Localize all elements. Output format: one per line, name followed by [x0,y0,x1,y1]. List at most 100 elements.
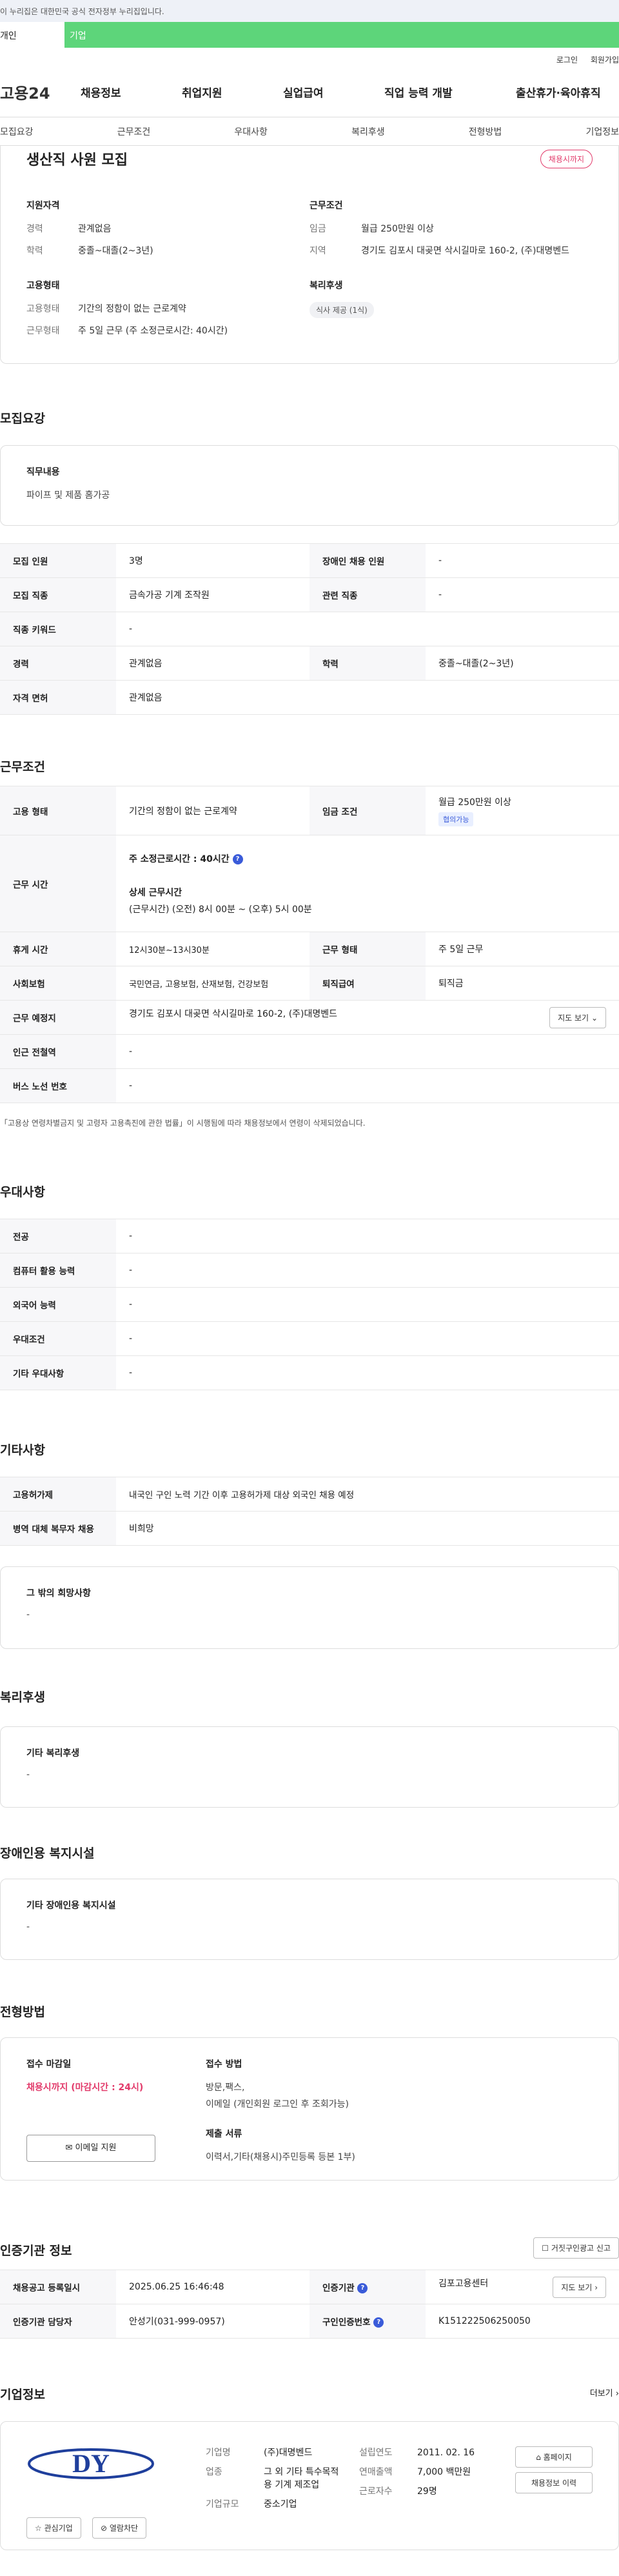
company-more-label: 더보기 [589,2389,613,2399]
company-name: (주)대명벤드 [264,2448,313,2458]
table-value: - [116,1355,619,1390]
gnb-item-training[interactable]: 직업 능력 개발 [384,84,516,100]
qual-row: 경력 관계없음 [26,222,310,235]
login-link[interactable]: 로그인 [556,55,578,65]
map-button[interactable]: 지도 보기 ⌄ [549,1006,606,1028]
company-employees: 29명 [417,2486,437,2497]
company-row: 설립연도 2011. 02. 16 [359,2446,475,2459]
company-label: 설립연도 [359,2448,393,2458]
welfare-title: 복리후생 [310,281,343,291]
table-label-with-icon: 인증기관 ? [310,2270,426,2304]
company-label: 업종 [206,2467,222,2477]
table-label: 고용허가제 [0,1477,116,1512]
age-notice: 「고용상 연령차별금지 및 고령자 고용촉진에 관한 법률」이 시행됨에 따라 … [0,1119,366,1128]
disabled-box-title: 기타 장애인용 복지시설 [26,1901,116,1911]
info-icon[interactable]: ? [357,2283,368,2293]
table-row: 직종 키워드 - [0,612,619,646]
company-industry: 그 외 기타 특수목적용 기계 제조업 [264,2467,339,2490]
table-row: 휴게 시간 12시30분~13시30분 근무 형태 주 5일 근무 [0,932,619,966]
qual-label: 학력 [26,246,43,256]
welfare-chip: 식사 제공 (1식) [310,302,374,318]
report-button-label: 거짓구인광고 신고 [551,2244,611,2253]
table-label-with-icon: 구인인증번호 ? [310,2304,426,2339]
tab-preferences[interactable]: 우대사항 [234,125,268,138]
deadline-title: 접수 마감일 [26,2059,72,2070]
tab-recruit[interactable]: 모집요강 [0,125,34,138]
email-apply-button[interactable]: ✉ 이메일 지원 [26,2135,155,2162]
signup-link[interactable]: 회원가입 [591,55,619,65]
qualification-title: 지원자격 [26,201,60,211]
table-row: 우대조건 - [0,1321,619,1356]
hours-detail-title: 상세 근무시간 [129,887,182,898]
tab-personal[interactable]: 개인 [0,22,64,48]
block-button-label: 열람차단 [109,2524,139,2533]
duty-title: 직무내용 [26,467,60,477]
report-fake-ad-button[interactable]: ☐ 거짓구인광고 신고 [533,2237,619,2259]
emp-row: 고용형태 기간의 정함이 없는 근로계약 [26,302,310,315]
company-more-link[interactable]: 더보기 › [590,2386,619,2399]
section-tabs: 모집요강 근무조건 우대사항 복리후생 전형방법 기업정보 [0,117,619,146]
company-size: 중소기업 [264,2499,297,2510]
block-icon: ⊘ [101,2524,108,2533]
info-icon[interactable]: ? [373,2317,384,2328]
employment-type-title: 고용형태 [26,281,60,291]
table-row: 인근 전철역 - [0,1034,619,1069]
welfare-box: 기타 복리후생 - [0,1726,619,1808]
tab-screening[interactable]: 전형방법 [469,125,502,138]
cond-label: 지역 [310,246,326,256]
tab-company[interactable]: 기업정보 [585,125,619,138]
table-value: 국민연금, 고용보험, 산재보험, 건강보험 [116,966,310,1001]
agency-cell: 김포고용센터 지도 보기 › [426,2270,619,2304]
table-value: 중졸~대졸(2~3년) [426,646,619,681]
tab-welfare[interactable]: 복리후생 [351,125,385,138]
agency-map-button[interactable]: 지도 보기 › [553,2276,606,2298]
job-history-button[interactable]: 채용정보 이력 [515,2472,593,2493]
conditions-table: 고용 형태 기간의 정함이 없는 근로계약 임금 조건 월급 250만원 이상 … [0,786,619,1103]
other-wishes-value: - [26,1610,30,1620]
company-row: 연매출액 7,000 백만원 [359,2466,475,2479]
gnb-item-employment-support[interactable]: 취업지원 [182,84,283,100]
home-icon: ⌂ [536,2453,541,2462]
emp-value: 주 5일 근무 (주 소정근로시간: 40시간) [78,326,228,336]
table-label: 자격 면허 [0,680,116,715]
conditions-section-title: 근무조건 [0,760,45,774]
block-view-button[interactable]: ⊘ 열람차단 [92,2517,147,2539]
job-title: 생산직 사원 모집 [26,152,128,168]
company-info-col1: 기업명 (주)대명벤드 업종 그 외 기타 특수목적용 기계 제조업 기업규모 중소기… [206,2446,341,2511]
job-summary-card: 생산직 사원 모집 채용시까지 지원자격 경력 관계없음 학력 중졸~대졸(2~3년… [0,146,619,364]
homepage-button[interactable]: ⌂ 홈페이지 [515,2446,593,2468]
method-line: 이메일 (개인회원 로그인 후 조회가능) [206,2099,349,2110]
fav-company-button[interactable]: ☆ 관심기업 [26,2517,81,2539]
gnb-item-unemployment-benefit[interactable]: 실업급여 [283,84,384,100]
tab-conditions[interactable]: 근무조건 [117,125,151,138]
table-label: 직종 키워드 [0,612,116,646]
gnb-item-leave[interactable]: 출산휴가·육아휴직 [516,84,601,100]
info-icon[interactable]: ? [232,854,243,864]
method-col: 접수 방법 방문,팩스, 이메일 (개인회원 로그인 후 조회가능) 제출 서류… [206,2057,355,2163]
deadline-value: 채용시까지 (마감시간 : 24시) [26,2082,144,2093]
site-logo[interactable]: 고용24 [0,81,81,103]
recruit-table: 모집 인원 3명 장애인 채용 인원 - 모집 직종 금속가공 기계 조작원 관… [0,543,619,715]
table-row: 컴퓨터 활용 능력 - [0,1253,619,1288]
place-cell: 경기도 김포시 대곶면 삭시길마로 160-2, (주)대명벤드 지도 보기 ⌄ [116,1000,619,1035]
company-founded: 2011. 02. 16 [417,2448,475,2458]
gnb-item-jobs[interactable]: 채용정보 [81,84,182,100]
table-row: 근무 예정지 경기도 김포시 대곶면 삭시길마로 160-2, (주)대명벤드 … [0,1000,619,1035]
docs-value: 이력서,기타(채용시)주민등록 등본 1부) [206,2152,355,2162]
table-value: - [116,1321,619,1356]
company-label: 기업규모 [206,2499,239,2510]
table-value: - [116,612,619,646]
table-label: 휴게 시간 [0,932,116,966]
table-row: 자격 면허 관계없음 [0,680,619,715]
cond-value: 월급 250만원 이상 [361,224,434,234]
cond-row: 지역 경기도 김포시 대곶면 삭시길마로 160-2, (주)대명벤드 [310,244,593,257]
company-row: 기업명 (주)대명벤드 [206,2446,341,2459]
page: 이 누리집은 대한민국 공식 전자정부 누리집입니다. 개인 기업 로그인 회원… [0,0,619,2576]
table-row: 기타 우대사항 - [0,1355,619,1390]
emp-row: 근무형태 주 5일 근무 (주 소정근로시간: 40시간) [26,324,310,337]
negotiable-chip: 협의가능 [438,812,474,826]
utility-links: 로그인 회원가입 [0,48,619,67]
table-label: 경력 [0,646,116,681]
tab-corporate[interactable]: 기업 [64,22,619,48]
disabled-section-title: 장애인용 복지시설 [0,1846,95,1861]
